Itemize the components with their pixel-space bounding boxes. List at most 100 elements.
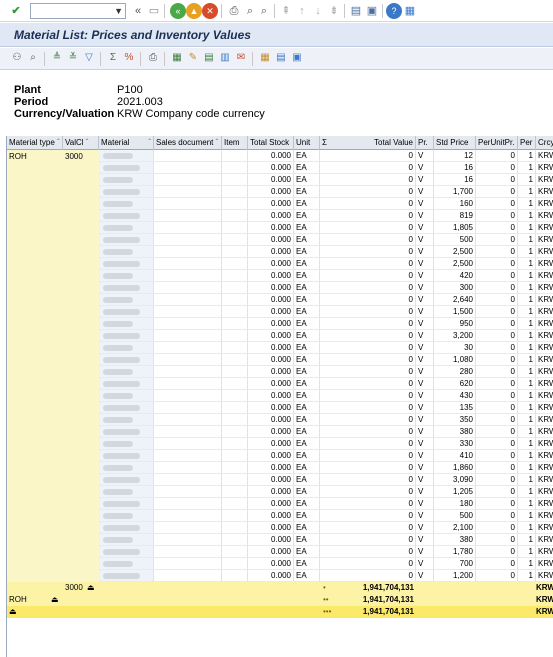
total-stock-cell[interactable]: 0.000 — [248, 354, 294, 366]
per-unit-price-cell[interactable]: 0 — [476, 330, 518, 342]
per-unit-price-cell[interactable]: 0 — [476, 498, 518, 510]
sales-document-cell[interactable] — [154, 222, 222, 234]
material-cell[interactable] — [99, 426, 154, 438]
total-value-cell[interactable]: 0 — [320, 474, 416, 486]
crcy-cell[interactable]: KRW — [536, 318, 553, 330]
item-cell[interactable] — [222, 570, 248, 582]
table-row[interactable]: 0.000EA0V3,09001KRW — [7, 474, 553, 486]
crcy-cell[interactable]: KRW — [536, 186, 553, 198]
per-cell[interactable]: 1 — [518, 402, 536, 414]
unit-cell[interactable]: EA — [294, 486, 320, 498]
col-total-value[interactable]: Σ Total Value — [320, 136, 416, 150]
subtotal-row[interactable]: ROH ⏏ •• 1,941,704,131 KRW — [7, 594, 553, 606]
per-cell[interactable]: 1 — [518, 354, 536, 366]
unit-cell[interactable]: EA — [294, 534, 320, 546]
material-cell[interactable] — [99, 546, 154, 558]
table-row[interactable]: 0.000EA0V1,86001KRW — [7, 462, 553, 474]
send-icon[interactable]: ✉ — [234, 51, 248, 65]
price-control-cell[interactable]: V — [416, 306, 434, 318]
per-cell[interactable]: 1 — [518, 174, 536, 186]
double-chevron-left-icon[interactable]: « — [130, 3, 146, 19]
per-cell[interactable]: 1 — [518, 534, 536, 546]
per-unit-price-cell[interactable]: 0 — [476, 414, 518, 426]
sales-document-cell[interactable] — [154, 282, 222, 294]
table-row[interactable]: 0.000EA0V81901KRW — [7, 210, 553, 222]
col-sales-document[interactable]: Sales document ˆ — [154, 136, 222, 150]
price-control-cell[interactable]: V — [416, 294, 434, 306]
std-price-cell[interactable]: 1,780 — [434, 546, 476, 558]
table-row[interactable]: 0.000EA0V42001KRW — [7, 270, 553, 282]
layout-menu-icon[interactable]: ▦ — [402, 3, 418, 19]
item-cell[interactable] — [222, 162, 248, 174]
first-page-icon[interactable]: ⇞ — [278, 3, 294, 19]
unit-cell[interactable]: EA — [294, 186, 320, 198]
table-row[interactable]: 0.000EA0V2,50001KRW — [7, 258, 553, 270]
unit-cell[interactable]: EA — [294, 342, 320, 354]
item-cell[interactable] — [222, 354, 248, 366]
total-value-cell[interactable]: 0 — [320, 522, 416, 534]
price-control-cell[interactable]: V — [416, 462, 434, 474]
unit-cell[interactable]: EA — [294, 462, 320, 474]
per-cell[interactable]: 1 — [518, 222, 536, 234]
per-unit-price-cell[interactable]: 0 — [476, 474, 518, 486]
material-cell[interactable] — [99, 246, 154, 258]
price-control-cell[interactable]: V — [416, 258, 434, 270]
material-cell[interactable] — [99, 510, 154, 522]
crcy-cell[interactable]: KRW — [536, 282, 553, 294]
sales-document-cell[interactable] — [154, 390, 222, 402]
per-unit-price-cell[interactable]: 0 — [476, 534, 518, 546]
col-material[interactable]: Material ˆ — [99, 136, 154, 150]
total-value-cell[interactable]: 0 — [320, 570, 416, 582]
check-icon[interactable]: ✔ — [8, 3, 24, 19]
local-file-icon[interactable]: ▥ — [218, 51, 232, 65]
per-cell[interactable]: 1 — [518, 390, 536, 402]
total-value-cell[interactable]: 0 — [320, 234, 416, 246]
std-price-cell[interactable]: 3,200 — [434, 330, 476, 342]
item-cell[interactable] — [222, 318, 248, 330]
total-stock-cell[interactable]: 0.000 — [248, 558, 294, 570]
std-price-cell[interactable]: 1,500 — [434, 306, 476, 318]
total-value-cell[interactable]: 0 — [320, 330, 416, 342]
material-cell[interactable] — [99, 534, 154, 546]
unit-cell[interactable]: EA — [294, 330, 320, 342]
total-value-cell[interactable]: 0 — [320, 258, 416, 270]
total-value-sum[interactable]: 1,941,704,131 — [320, 606, 414, 618]
per-cell[interactable]: 1 — [518, 294, 536, 306]
std-price-cell[interactable]: 620 — [434, 378, 476, 390]
per-cell[interactable]: 1 — [518, 270, 536, 282]
total-stock-cell[interactable]: 0.000 — [248, 210, 294, 222]
sales-document-cell[interactable] — [154, 318, 222, 330]
unit-cell[interactable]: EA — [294, 498, 320, 510]
table-row[interactable]: 0.000EA0V1601KRW — [7, 174, 553, 186]
per-unit-price-cell[interactable]: 0 — [476, 426, 518, 438]
sales-document-cell[interactable] — [154, 150, 222, 162]
item-cell[interactable] — [222, 426, 248, 438]
unit-cell[interactable]: EA — [294, 426, 320, 438]
item-cell[interactable] — [222, 282, 248, 294]
sales-document-cell[interactable] — [154, 378, 222, 390]
material-cell[interactable] — [99, 438, 154, 450]
total-stock-cell[interactable]: 0.000 — [248, 378, 294, 390]
total-stock-cell[interactable]: 0.000 — [248, 162, 294, 174]
price-control-cell[interactable]: V — [416, 282, 434, 294]
col-price-control[interactable]: Pr. — [416, 136, 434, 150]
total-stock-cell[interactable]: 0.000 — [248, 366, 294, 378]
price-control-cell[interactable]: V — [416, 150, 434, 162]
per-unit-price-cell[interactable]: 0 — [476, 510, 518, 522]
price-control-cell[interactable]: V — [416, 186, 434, 198]
table-row[interactable]: 0.000EA0V1,50001KRW — [7, 306, 553, 318]
per-cell[interactable]: 1 — [518, 498, 536, 510]
crcy-cell[interactable]: KRW — [536, 522, 553, 534]
sales-document-cell[interactable] — [154, 366, 222, 378]
material-cell[interactable] — [99, 258, 154, 270]
crcy-cell[interactable]: KRW — [536, 486, 553, 498]
material-cell[interactable] — [99, 486, 154, 498]
per-cell[interactable]: 1 — [518, 474, 536, 486]
std-price-cell[interactable]: 500 — [434, 510, 476, 522]
per-cell[interactable]: 1 — [518, 558, 536, 570]
crcy-cell[interactable]: KRW — [536, 558, 553, 570]
total-stock-cell[interactable]: 0.000 — [248, 450, 294, 462]
sales-document-cell[interactable] — [154, 498, 222, 510]
table-row[interactable]: 0.000EA0V13501KRW — [7, 402, 553, 414]
material-cell[interactable] — [99, 198, 154, 210]
